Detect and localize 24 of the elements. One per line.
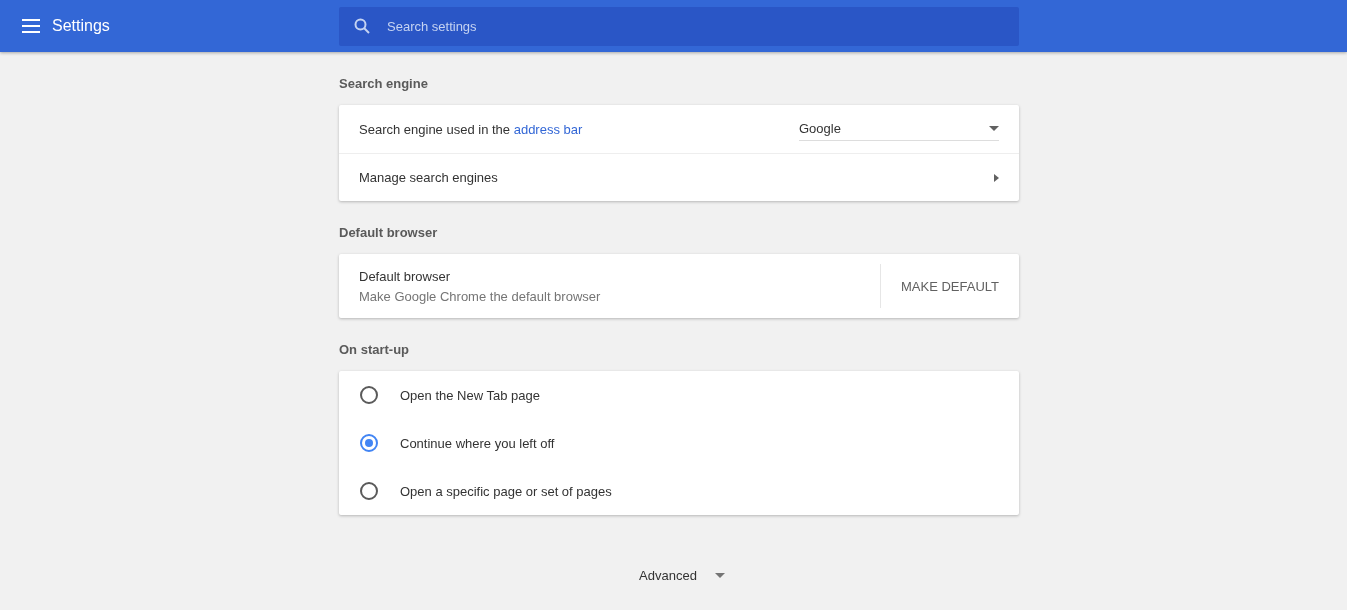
radio-label[interactable]: Open a specific page or set of pages xyxy=(400,483,612,499)
radio-button[interactable] xyxy=(360,482,378,500)
section-title: Search engine xyxy=(339,76,429,91)
section-title: Default browser xyxy=(339,225,439,240)
setting-label: Search engine used in the address bar xyxy=(359,121,583,137)
advanced-button[interactable]: Advanced xyxy=(633,567,703,584)
caret-icon xyxy=(989,126,999,131)
page-title: Settings xyxy=(52,17,110,35)
radio-button[interactable] xyxy=(360,386,378,404)
setting-description: Make Google Chrome the default browser xyxy=(359,288,601,304)
search-icon xyxy=(354,18,370,34)
radio-label[interactable]: Continue where you left off xyxy=(400,435,555,451)
setting-label: Default browser xyxy=(359,268,452,284)
search-engine-dropdown[interactable]: Google xyxy=(799,117,999,141)
caret-icon[interactable] xyxy=(714,573,725,578)
section-title: On start-up xyxy=(339,342,411,357)
search-input[interactable]: Search settings xyxy=(385,17,1019,35)
radio-label[interactable]: Open the New Tab page xyxy=(400,387,540,403)
search-field[interactable]: Search settings xyxy=(339,6,1019,46)
radio-button[interactable] xyxy=(360,434,378,452)
manage-search-engines-link[interactable]: Manage search engines xyxy=(359,170,498,185)
make-default-button[interactable]: MAKE DEFAULT xyxy=(881,254,1019,318)
arrow-right-icon[interactable] xyxy=(994,173,999,182)
menu-icon[interactable] xyxy=(22,19,40,33)
